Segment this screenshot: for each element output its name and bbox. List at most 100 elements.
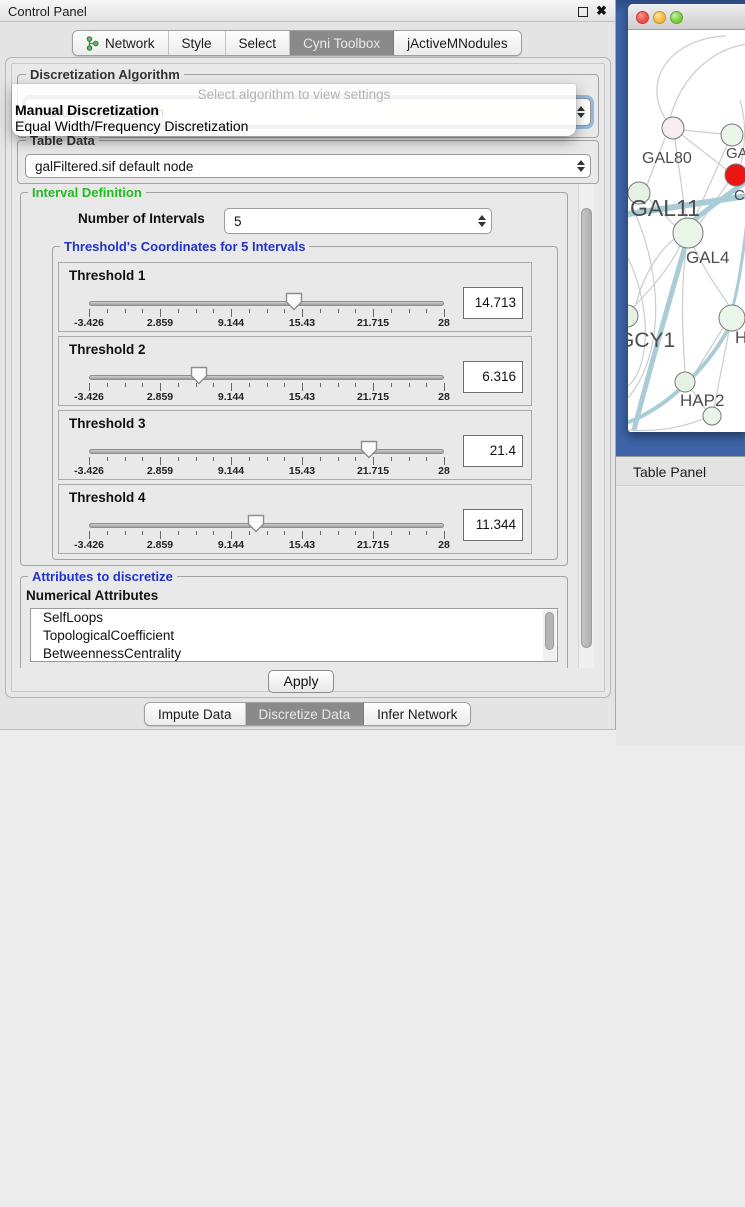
threshold-value-field[interactable]: 21.4 [463,435,523,467]
threshold-panel: Threshold 4 11.344 -3.4262.8599.14415.43… [58,484,532,554]
tab-style[interactable]: Style [169,31,226,55]
slider-tick [320,383,321,387]
slider-scale-label: 9.144 [218,539,244,551]
network-node-hap2[interactable] [675,372,695,392]
attributes-to-discretize-label: Attributes to discretize [28,569,177,584]
network-node-gal80[interactable] [662,117,684,139]
dropdown-option-equal-width-frequency[interactable]: Equal Width/Frequency Discretization [15,118,248,134]
slider-tick [107,457,108,461]
slider-tick [249,309,250,313]
float-window-icon[interactable] [578,7,588,17]
network-node-gcy1[interactable] [628,305,638,327]
attributes-list-scrollbar[interactable] [543,610,556,662]
tab-label: Discretize Data [259,707,351,722]
table-data-combobox[interactable]: galFiltered.sif default node [25,154,591,178]
slider-tick [444,383,445,391]
threshold-slider-handle[interactable] [190,366,208,385]
threshold-value-field[interactable]: 14.713 [463,287,523,319]
mac-close-icon[interactable] [636,11,649,24]
list-item-selfloops[interactable]: SelfLoops [31,609,557,627]
slider-tick [178,457,179,461]
network-node-ga[interactable] [721,124,743,146]
node-label: GCY1 [628,329,675,352]
tab-select[interactable]: Select [226,31,291,55]
slider-tick [160,383,161,391]
slider-tick [302,531,303,539]
slider-tick [355,383,356,387]
slider-tick [142,383,143,387]
scrollbar-thumb[interactable] [581,208,592,648]
threshold-value-field[interactable]: 11.344 [463,509,523,541]
slider-tick [231,457,232,465]
slider-tick [373,531,374,539]
numerical-attributes-list[interactable]: SelfLoopsTopologicalCoefficientBetweenne… [30,608,558,662]
slider-tick [231,531,232,539]
slider-tick [249,457,250,461]
slider-scale-label: 2.859 [147,465,173,477]
slider-tick [178,309,179,313]
slider-tick [213,309,214,313]
tab-infer-network[interactable]: Infer Network [364,703,470,725]
slider-tick [178,383,179,387]
slider-scale-label: 15.43 [289,391,315,403]
slider-tick [426,309,427,313]
slider-tick [178,531,179,535]
tab-cyni-toolbox[interactable]: Cyni Toolbox [290,31,394,55]
tab-label: Network [105,36,155,51]
slider-tick [125,309,126,313]
table-panel-title: Table Panel [633,464,706,480]
list-item-topologicalcoefficient[interactable]: TopologicalCoefficient [31,627,557,645]
slider-scale-label: 9.144 [218,317,244,329]
slider-scale-label: 15.43 [289,317,315,329]
number-of-intervals-combobox[interactable]: 5 [224,208,492,234]
tab-network[interactable]: Network [73,31,169,55]
scrollbar-thumb[interactable] [545,612,554,650]
network-node[interactable] [703,407,721,425]
number-of-intervals-value: 5 [225,214,473,229]
settings-vertical-scrollbar[interactable] [578,184,594,668]
control-panel-tabs: Network StyleSelectCyni ToolboxjActiveMNo… [72,30,522,56]
slider-tick [355,531,356,535]
tab-label: Impute Data [158,707,232,722]
slider-scale-label: -3.426 [74,391,104,403]
tab-impute-data[interactable]: Impute Data [145,703,246,725]
slider-tick [444,457,445,465]
threshold-panel: Threshold 2 6.316 -3.4262.8599.14415.432… [58,336,532,406]
node-label: GAL11 [630,195,700,221]
network-canvas[interactable]: GAL80GACGAL11GAL4GCY1HHAP2 [628,30,745,432]
threshold-value-field[interactable]: 6.316 [463,361,523,393]
mac-minimize-icon[interactable] [653,11,666,24]
slider-tick [231,383,232,391]
threshold-slider-track[interactable] [89,375,444,380]
slider-tick [391,457,392,461]
threshold-slider-handle[interactable] [360,440,378,459]
numerical-attributes-label: Numerical Attributes [26,588,158,603]
apply-button[interactable]: Apply [268,670,334,693]
dropdown-option-manual-discretization[interactable]: Manual Discretization [15,102,159,118]
threshold-slider-handle[interactable] [285,292,303,311]
node-label: H [735,328,745,347]
threshold-panel: Threshold 3 21.4 -3.4262.8599.14415.4321… [58,410,532,480]
network-node-gal4[interactable] [673,218,703,248]
slider-tick [320,531,321,535]
slider-tick [338,531,339,535]
cyni-bottom-tabs: Impute Data Discretize Data Infer Network [144,702,471,726]
threshold-slider-track[interactable] [89,523,444,528]
threshold-slider-track[interactable] [89,449,444,454]
slider-scale-label: 28 [438,465,450,477]
threshold-slider-track[interactable] [89,301,444,306]
slider-tick [338,309,339,313]
slider-scale-label: 2.859 [147,317,173,329]
slider-tick [142,457,143,461]
mac-zoom-icon[interactable] [670,11,683,24]
slider-tick [160,457,161,465]
dropdown-hint-item[interactable]: Select algorithm to view settings [12,87,576,102]
threshold-coordinates-label: Threshold's Coordinates for 5 Intervals [60,239,309,254]
slider-tick [125,457,126,461]
tab-discretize-data[interactable]: Discretize Data [246,703,365,725]
list-item-betweennesscentrality[interactable]: BetweennessCentrality [31,645,557,662]
tab-jactivemnodules[interactable]: jActiveMNodules [394,31,521,55]
network-node-c[interactable] [725,164,745,186]
close-icon[interactable]: ✖ [596,3,607,19]
slider-tick [249,531,250,535]
